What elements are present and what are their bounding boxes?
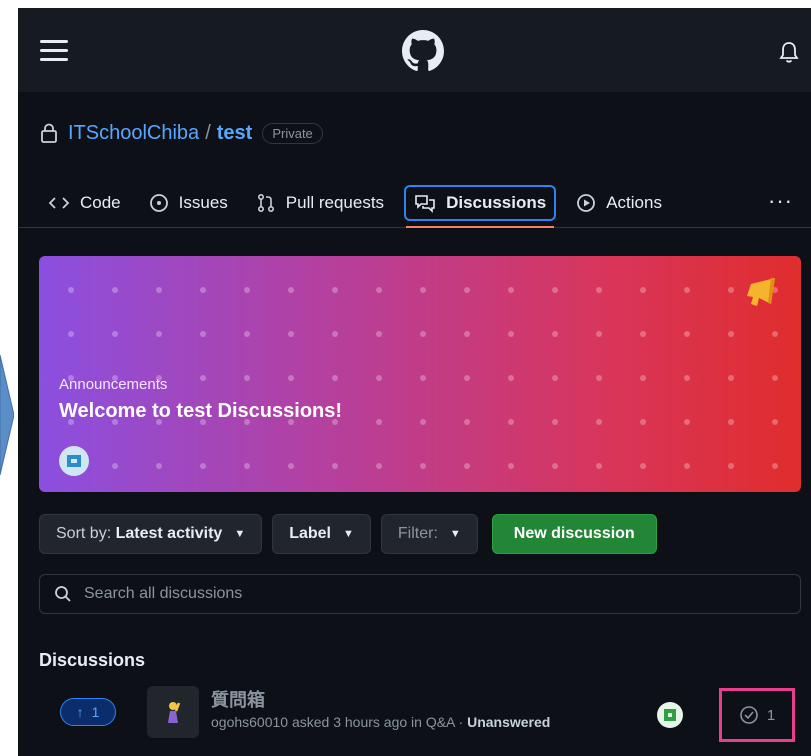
repo-separator: /	[205, 121, 211, 144]
issue-opened-icon	[149, 194, 168, 212]
search-box[interactable]	[39, 574, 801, 614]
tab-pull-requests[interactable]: Pull requests	[248, 185, 392, 221]
filter-button-text: Filter:	[397, 525, 438, 542]
megaphone-icon	[747, 278, 775, 306]
code-icon	[48, 197, 70, 209]
github-mobile-app: ITSchoolChiba / test Private Code Issues	[18, 8, 811, 756]
avatar[interactable]	[657, 702, 683, 728]
arrow-up-icon: ↑	[76, 704, 84, 720]
repo-owner-link[interactable]: ITSchoolChiba	[68, 122, 199, 145]
tab-code[interactable]: Code	[40, 185, 129, 221]
section-title: Discussions	[39, 650, 146, 670]
filter-button[interactable]: Filter: ▼	[380, 514, 478, 554]
tab-discussions[interactable]: Discussions	[404, 185, 557, 228]
chevron-down-icon: ▼	[449, 528, 461, 540]
chevron-down-icon: ▼	[234, 528, 246, 540]
lock-icon	[41, 123, 57, 143]
tab-issues[interactable]: Issues	[141, 185, 236, 221]
sort-button[interactable]: Sort by: Latest activity ▼	[39, 514, 263, 554]
comment-discussion-icon	[415, 195, 435, 213]
repo-header: ITSchoolChiba / test Private Code Issues	[18, 92, 811, 228]
filter-row: Sort by: Latest activity ▼ Label ▼ Filte…	[39, 514, 667, 554]
comment-count-highlight[interactable]: 1	[719, 688, 795, 742]
git-pull-request-icon	[257, 193, 274, 213]
discussion-title[interactable]: 質問箱	[211, 686, 265, 712]
upvote-count: 1	[91, 704, 100, 720]
tab-pull-requests-label: Pull requests	[285, 193, 385, 212]
sort-value: Latest activity	[115, 525, 223, 542]
avatar	[59, 446, 89, 476]
arrow-shape-icon	[0, 355, 14, 475]
label-button-text: Label	[289, 525, 331, 542]
search-input[interactable]	[82, 584, 742, 604]
sort-prefix: Sort by:	[56, 525, 112, 542]
discussion-meta-text: ogohs60010 asked 3 hours ago in Q&A ·	[211, 714, 464, 730]
hamburger-icon[interactable]	[40, 40, 68, 62]
category-emoji	[147, 686, 199, 738]
label-button[interactable]: Label ▼	[272, 514, 371, 554]
avatar-identicon-icon	[664, 709, 676, 721]
visibility-badge: Private	[262, 122, 323, 144]
list-item[interactable]: ↑ 1 質問箱 ogohs60010 asked 3 hours ago in …	[39, 684, 801, 756]
tab-actions[interactable]: Actions	[568, 185, 670, 221]
answer-status: Unanswered	[467, 714, 551, 730]
repo-name-link[interactable]: test	[217, 122, 253, 145]
bell-icon[interactable]	[778, 40, 800, 64]
more-tabs-button[interactable]: ···	[768, 188, 793, 214]
announcement-title[interactable]: Welcome to test Discussions!	[59, 400, 342, 423]
repo-tabs: Code Issues Pull requests Discussions Ac…	[40, 178, 682, 228]
check-circle-icon	[740, 706, 758, 724]
tab-discussions-label: Discussions	[446, 193, 547, 212]
discussion-meta: ogohs60010 asked 3 hours ago in Q&A · Un…	[211, 714, 550, 730]
play-icon	[577, 194, 596, 212]
announcement-category: Announcements	[59, 376, 168, 393]
avatar-identicon-icon	[67, 455, 81, 467]
dot-pattern	[39, 256, 801, 492]
announcement-banner[interactable]: Announcements Welcome to test Discussion…	[39, 256, 801, 492]
search-icon	[55, 586, 71, 602]
new-discussion-button[interactable]: New discussion	[491, 514, 657, 554]
comment-count: 1	[766, 706, 776, 724]
tab-actions-label: Actions	[606, 193, 662, 212]
tab-code-label: Code	[80, 193, 121, 212]
top-bar	[18, 8, 811, 92]
github-logo-icon[interactable]	[402, 30, 444, 72]
tab-issues-label: Issues	[178, 193, 228, 212]
upvote-button[interactable]: ↑ 1	[60, 698, 116, 726]
repo-title: ITSchoolChiba / test Private	[40, 118, 323, 148]
slide-left-decoration	[0, 0, 18, 756]
chevron-down-icon: ▼	[343, 528, 354, 540]
person-raising-hand-icon	[168, 702, 181, 723]
